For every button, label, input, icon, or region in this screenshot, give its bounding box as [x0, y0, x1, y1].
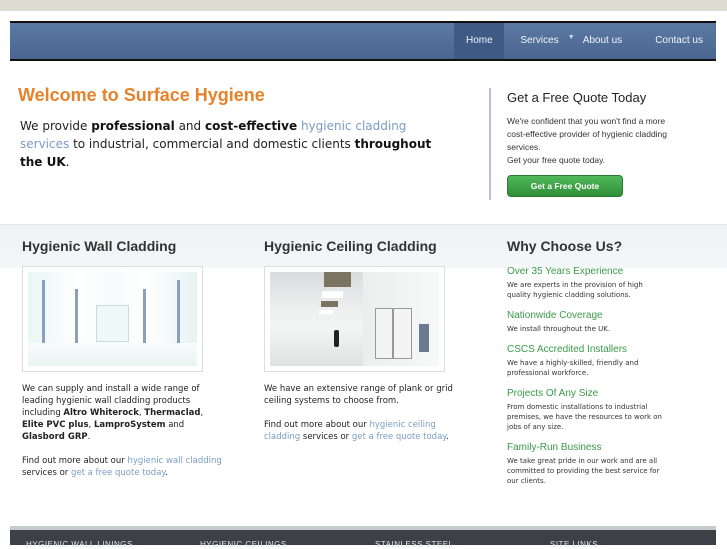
intro-text: We provide professional and cost-effecti… — [20, 117, 440, 171]
nav-contact-label: Contact us — [655, 35, 703, 46]
photo-detail — [320, 301, 338, 307]
why-item-text: From domestic installations to industria… — [507, 403, 662, 431]
why-item: Over 35 Years Experience We are experts … — [507, 266, 707, 300]
wall-cladding-links-paragraph: Find out more about our hygienic wall cl… — [22, 455, 222, 479]
why-item-text: We have a highly-skilled, friendly and p… — [507, 359, 639, 377]
product-name: LamproSystem — [93, 420, 166, 430]
wall-cladding-title: Hygienic Wall Cladding — [22, 238, 177, 254]
page-title: Welcome to Surface Hygiene — [18, 85, 265, 105]
quote-text: We're confident that you won't find a mo… — [507, 115, 677, 167]
dropdown-caret-icon: ▼ — [567, 34, 575, 41]
nav-menu: Home Services ▼ About us Contact us — [454, 23, 716, 59]
ceiling-cladding-paragraph: We have an extensive range of plank or g… — [264, 384, 453, 406]
quote-title: Get a Free Quote Today — [507, 90, 647, 105]
why-item-heading: Projects Of Any Size — [507, 388, 599, 399]
why-item: Nationwide Coverage We install throughou… — [507, 310, 707, 334]
wall-cladding-image[interactable] — [22, 266, 203, 372]
ceiling-cladding-links-paragraph: Find out more about our hygienic ceiling… — [264, 419, 459, 443]
ceiling-cladding-text: We have an extensive range of plank or g… — [264, 383, 459, 455]
nav-about[interactable]: About us — [583, 23, 632, 59]
wall-cladding-text: We can supply and install a wide range o… — [22, 383, 222, 491]
why-item-heading: Over 35 Years Experience — [507, 266, 624, 277]
why-item: Projects Of Any Size From domestic insta… — [507, 388, 707, 432]
corridor-photo — [28, 272, 197, 366]
ceiling-cladding-image[interactable] — [264, 266, 445, 372]
photo-detail — [75, 288, 79, 346]
why-item-text: We are experts in the provision of high … — [507, 281, 643, 299]
nav-services[interactable]: Services ▼ — [504, 23, 582, 59]
why-choose-us-title: Why Choose Us? — [507, 238, 623, 254]
why-item: Family-Run Business We take great pride … — [507, 442, 707, 486]
why-item-heading: CSCS Accredited Installers — [507, 344, 628, 355]
why-item-heading: Nationwide Coverage — [507, 310, 603, 321]
why-item: CSCS Accredited Installers We have a hig… — [507, 344, 707, 378]
photo-detail — [418, 323, 429, 352]
text-part: . — [165, 468, 168, 478]
get-free-quote-button[interactable]: Get a Free Quote — [507, 175, 623, 197]
text-part: Find out more about our — [22, 456, 128, 466]
get-free-quote-link[interactable]: get a free quote today — [352, 432, 446, 442]
product-name: Elite PVC plus — [22, 420, 89, 430]
quote-text-line: Get your free quote today. — [507, 155, 606, 165]
wall-cladding-paragraph: We can supply and install a wide range o… — [22, 383, 222, 443]
photo-detail — [28, 342, 197, 366]
cleanroom-photo — [270, 272, 439, 366]
product-name: Thermaclad — [144, 408, 201, 418]
why-item-text: We take great pride in our work and are … — [507, 457, 660, 485]
intro-text-part: to industrial, commercial and domestic c… — [69, 137, 355, 151]
hygienic-wall-cladding-link[interactable]: hygienic wall cladding — [127, 456, 221, 466]
why-choose-us-list: Over 35 Years Experience We are experts … — [507, 266, 707, 496]
photo-detail — [374, 307, 394, 360]
footer: HYGIENIC WALL LININGS HYGIENIC CEILINGS … — [10, 526, 716, 549]
photo-detail — [334, 330, 340, 348]
text-part: . — [446, 432, 449, 442]
text-part: . — [87, 432, 91, 442]
text-part: and — [165, 420, 185, 430]
text-part: services or — [300, 432, 352, 442]
nav-about-label: About us — [582, 35, 623, 46]
nav-services-label: Services — [520, 35, 559, 46]
photo-detail — [319, 309, 333, 315]
main-navigation: Home Services ▼ About us Contact us — [10, 21, 716, 61]
top-strip — [0, 0, 727, 11]
photo-detail — [95, 304, 130, 343]
product-name: Glasbord GRP — [22, 432, 88, 442]
intro-text-part: and — [174, 119, 205, 133]
intro-text-part: We provide — [20, 119, 92, 133]
get-free-quote-link[interactable]: get a free quote today — [71, 468, 165, 478]
nav-home[interactable]: Home — [454, 23, 505, 59]
text-part: services or — [22, 468, 71, 478]
photo-detail — [324, 272, 352, 288]
photo-detail — [393, 307, 412, 360]
text-part: Find out more about our — [264, 420, 370, 430]
nav-contact[interactable]: Contact us — [632, 23, 716, 59]
text-part: , — [200, 408, 204, 418]
intro-bold: cost-effective — [204, 119, 298, 133]
photo-detail — [322, 290, 343, 299]
product-name: Altro Whiterock — [63, 408, 139, 418]
intro-bold: professional — [91, 119, 175, 133]
why-item-text: We install throughout the UK. — [507, 325, 611, 333]
why-item-heading: Family-Run Business — [507, 442, 602, 453]
free-quote-panel: Get a Free Quote Today We're confident t… — [489, 88, 709, 200]
ceiling-cladding-title: Hygienic Ceiling Cladding — [264, 238, 437, 254]
quote-text-line: We're confident that you won't find a mo… — [507, 116, 668, 152]
nav-home-label: Home — [466, 35, 493, 46]
intro-text-part: . — [65, 155, 70, 169]
photo-detail — [142, 288, 146, 346]
